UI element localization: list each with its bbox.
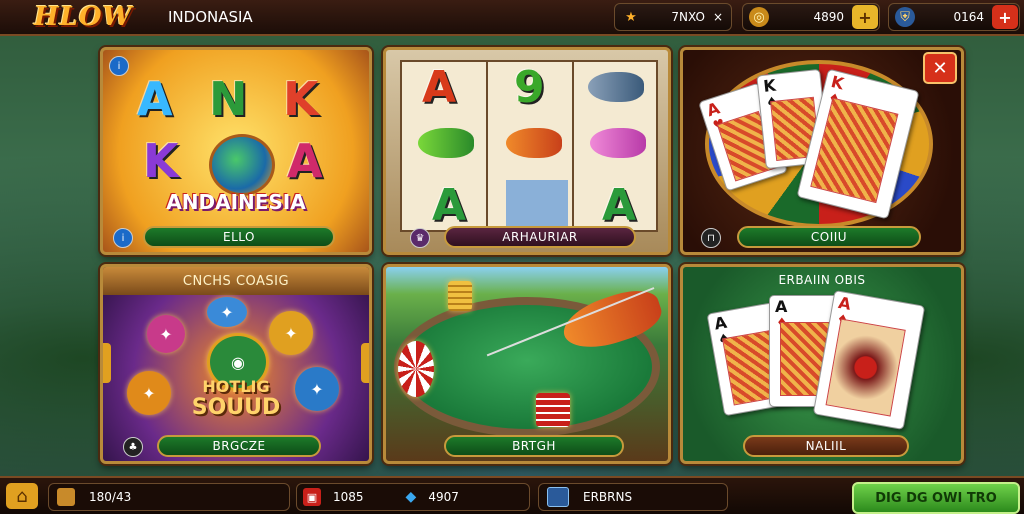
tile-subtitle: HOTLIG — [202, 377, 270, 396]
game-tile-slots[interactable]: A 9 A A ♛ ARHAURIAR — [383, 47, 671, 255]
wallet-slot[interactable]: 180/43 — [48, 483, 290, 511]
chip-icon — [398, 341, 434, 397]
star-icon: ★ — [625, 9, 637, 25]
game-tile-alphabet[interactable]: i A N K K A ANDAINESIA i ELLO — [100, 47, 372, 255]
game-tile-coins[interactable]: CNCHS COASIG ✦ ✦ ✦ ◉ ✦ ✦ HOTLIG SOUUD ♣ … — [100, 264, 372, 464]
home-icon[interactable]: ⌂ — [6, 483, 38, 509]
crown-icon[interactable]: ♛ — [410, 228, 430, 248]
tile-subtitle: ANDAINESIA — [166, 190, 306, 214]
tile-letter: K — [283, 72, 319, 126]
tile-letter: N — [209, 72, 248, 126]
gift-icon: ▣ — [303, 488, 321, 506]
reel-symbol: 9 — [514, 62, 545, 113]
game-tile-cards-green[interactable]: ERBAIIN OBIS A ♠ A ♦ A ♦ NALIIL — [680, 264, 964, 464]
card-art — [810, 97, 899, 204]
globe-icon — [209, 134, 275, 196]
chip-stack-icon — [536, 393, 570, 427]
game-tile-cards-roulette[interactable]: A ♥ K ♠ K ♦ ✕ ⊓ COIIU — [680, 47, 964, 255]
tile-letter: A — [137, 72, 173, 126]
tile-subtitle: SOUUD — [191, 395, 281, 420]
wallet-icon — [57, 488, 75, 506]
menu-slot[interactable]: ERBRNS — [538, 483, 728, 511]
star-counter[interactable]: ★ 7NXO × — [614, 3, 732, 31]
coin-icon: ✦ — [269, 311, 313, 355]
chip-stack-icon — [448, 281, 472, 311]
play-button[interactable]: ARHAURIAR — [444, 226, 636, 248]
card-rank: A — [836, 292, 853, 314]
game-tile-fishing[interactable]: BRTGH — [383, 264, 671, 464]
close-icon[interactable]: ✕ — [923, 52, 957, 84]
coin-icon: ✦ — [147, 315, 185, 353]
info-icon[interactable]: i — [113, 228, 133, 248]
reel-divider — [572, 62, 574, 230]
scroll-left-handle[interactable] — [103, 343, 111, 383]
shield-icon: ⛨ — [895, 7, 915, 27]
menu-label: ERBRNS — [583, 490, 633, 504]
add-coins-button[interactable]: + — [852, 5, 878, 29]
tile-letter: K — [143, 134, 179, 188]
fish-icon — [506, 180, 568, 226]
card-rank: K — [829, 71, 846, 94]
gem-icon: ◆ — [405, 489, 417, 505]
fish-icon — [590, 128, 646, 158]
cta-button[interactable]: DIG DG OWI TRO — [852, 482, 1020, 514]
play-button[interactable]: ELLO — [143, 226, 335, 248]
gift-value: 1085 — [333, 490, 364, 504]
close-mini-icon[interactable]: × — [713, 10, 731, 24]
coin-value: 4890 — [813, 10, 844, 24]
region-label: INDONASIA — [168, 8, 253, 26]
play-button[interactable]: COIIU — [737, 226, 921, 248]
fish-icon — [506, 128, 562, 158]
gem-value: 4907 — [428, 490, 459, 504]
tile-letter: A — [287, 134, 323, 188]
card-art — [825, 318, 906, 417]
tile-title: CNCHS COASIG — [103, 267, 369, 295]
add-shield-button[interactable]: + — [992, 5, 1018, 29]
card-rank: A — [775, 297, 788, 316]
table-icon[interactable]: ⊓ — [701, 228, 721, 248]
card-rank: A — [712, 312, 729, 334]
wallet-value: 180/43 — [89, 490, 132, 504]
coin-icon: ◎ — [749, 7, 769, 27]
top-bar: HLOW INDONASIA ★ 7NXO × ◎ 4890 + ⛨ 0164 … — [0, 0, 1024, 36]
slot-reels: A 9 A A — [400, 60, 658, 232]
card-rank: K — [762, 75, 777, 96]
play-button[interactable]: BRTGH — [444, 435, 624, 457]
play-button[interactable]: BRGCZE — [157, 435, 321, 457]
reel-symbol: A — [422, 62, 457, 113]
game-logo: HLOW — [34, 2, 133, 32]
reel-symbol: A — [602, 180, 637, 231]
list-icon — [547, 487, 569, 507]
shield-counter: ⛨ 0164 + — [888, 3, 1020, 31]
info-icon[interactable]: i — [109, 56, 129, 76]
fish-icon — [588, 72, 644, 102]
rewards-slot[interactable]: ▣ 1085 ◆ 4907 — [296, 483, 530, 511]
reel-divider — [486, 62, 488, 230]
coin-icon: ✦ — [207, 297, 247, 327]
bottom-bar: ⌂ 180/43 ▣ 1085 ◆ 4907 ERBRNS DIG DG OWI… — [0, 476, 1024, 514]
play-button[interactable]: NALIIL — [743, 435, 909, 457]
scroll-right-handle[interactable] — [361, 343, 369, 383]
club-icon[interactable]: ♣ — [123, 437, 143, 457]
star-value: 7NXO — [671, 10, 705, 24]
fish-icon — [418, 128, 474, 158]
tile-title: ERBAIIN OBIS — [778, 273, 866, 287]
shield-value: 0164 — [953, 10, 984, 24]
reel-symbol: A — [432, 180, 467, 231]
coin-counter: ◎ 4890 + — [742, 3, 880, 31]
